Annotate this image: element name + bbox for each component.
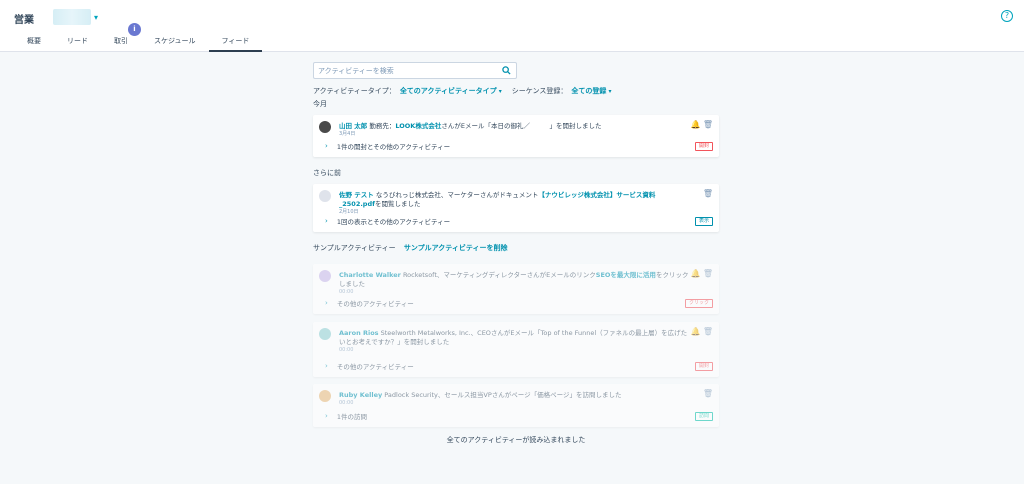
activity-type-dropdown[interactable]: 全てのアクティビティータイプ [400, 86, 502, 96]
tab-overview[interactable]: 概要 [14, 36, 54, 52]
activity-description: Ruby Kelley Padlock Security、セールス担当VPさんが… [339, 391, 691, 407]
activity-text: Steelworth Metalworks, Inc.、CEOさんがEメール「T… [339, 329, 688, 346]
filter-row: アクティビティータイプ： 全てのアクティビティータイプ シーケンス登録： 全ての… [313, 86, 719, 96]
trash-icon[interactable]: 🗑 [703, 189, 713, 198]
status-badge: 開封 [694, 362, 713, 371]
tab-feed[interactable]: フィード [208, 36, 263, 52]
activity-summary[interactable]: 1件の訪問 [337, 411, 367, 421]
section-earlier: さらに前 [313, 169, 341, 177]
chevron-right-icon[interactable]: › [325, 217, 328, 225]
avatar [319, 270, 331, 282]
section-this-month: 今月 [313, 100, 327, 108]
activity-text: さんがEメール「本日の御礼／ 」を開封しました [441, 122, 602, 130]
activity-date: 00:00 [339, 289, 354, 295]
trash-icon[interactable]: 🗑 [703, 269, 713, 278]
top-bar: 営業 ▾ ? 概要 リード 取引 スケジュール フィード i [0, 0, 1024, 52]
trash-icon[interactable]: 🗑 [703, 327, 713, 336]
activity-card: Ruby Kelley Padlock Security、セールス担当VPさんが… [313, 384, 719, 427]
delete-sample-link[interactable]: サンプルアクティビティーを削除 [404, 244, 508, 252]
contact-link[interactable]: Ruby Kelley [339, 391, 382, 399]
status-badge: クリック [684, 299, 713, 308]
contact-link[interactable]: Aaron Rios [339, 329, 379, 337]
tab-bar: 概要 リード 取引 スケジュール フィード [14, 36, 263, 52]
activity-description: Aaron Rios Steelworth Metalworks, Inc.、C… [339, 329, 691, 354]
avatar [319, 328, 331, 340]
section-sample: サンプルアクティビティー サンプルアクティビティーを削除 [313, 243, 507, 253]
trash-icon[interactable]: 🗑 [703, 389, 713, 398]
status-badge: 表示 [694, 217, 713, 226]
avatar [319, 190, 331, 202]
bell-icon[interactable]: 🔔 [691, 120, 701, 129]
avatar [319, 121, 331, 133]
activity-summary[interactable]: その他のアクティビティー [337, 298, 414, 308]
owner-select[interactable] [53, 9, 91, 25]
activity-text: を閲覧しました [374, 200, 421, 208]
status-badge: 開封 [694, 142, 713, 151]
help-icon[interactable]: ? [1001, 10, 1013, 22]
chevron-right-icon[interactable]: › [325, 299, 328, 307]
search-icon[interactable] [502, 66, 511, 75]
sequence-dropdown[interactable]: 全ての登録 [571, 86, 611, 96]
activity-feed: アクティビティータイプ： 全てのアクティビティータイプ シーケンス登録： 全ての… [313, 62, 719, 444]
contact-link[interactable]: 山田 太郎 [339, 122, 367, 130]
activity-type-label: アクティビティータイプ： [313, 87, 396, 95]
activity-card: 佐野 テスト なうびれっじ株式会社、マーケターさんがドキュメント【ナウビレッジ株… [313, 184, 719, 232]
end-of-feed-message: 全てのアクティビティーが読み込まれました [446, 436, 586, 444]
activity-date: 00:00 [339, 347, 354, 353]
tab-schedule[interactable]: スケジュール [141, 36, 209, 52]
status-badge: 訪問 [694, 412, 713, 421]
activity-summary[interactable]: その他のアクティビティー [337, 361, 414, 371]
bell-icon[interactable]: 🔔 [691, 327, 701, 336]
activity-card: Aaron Rios Steelworth Metalworks, Inc.、C… [313, 322, 719, 377]
search-box[interactable] [313, 62, 517, 79]
activity-summary[interactable]: 1件の開封とその他のアクティビティー [337, 141, 450, 151]
company-link[interactable]: LOOK株式会社 [395, 122, 441, 130]
contact-link[interactable]: 佐野 テスト [339, 191, 374, 199]
activity-card: 山田 太郎 勤務先：LOOK株式会社さんがEメール「本日の御礼／ 」を開封しまし… [313, 115, 719, 157]
sequence-label: シーケンス登録： [511, 87, 568, 95]
contact-link[interactable]: Charlotte Walker [339, 271, 401, 279]
chevron-right-icon[interactable]: › [325, 142, 328, 150]
info-badge[interactable]: i [128, 23, 141, 36]
chevron-down-icon[interactable]: ▾ [94, 13, 98, 22]
activity-text: Rocketsoft、マーケティングディレクターさんがEメールのリンク [400, 271, 596, 279]
sample-label: サンプルアクティビティー [313, 244, 396, 252]
activity-description: 山田 太郎 勤務先：LOOK株式会社さんがEメール「本日の御礼／ 」を開封しまし… [339, 122, 691, 138]
activity-date: 3月4日 [339, 131, 356, 137]
trash-icon[interactable]: 🗑 [703, 120, 713, 129]
bell-icon[interactable]: 🔔 [691, 269, 701, 278]
email-link[interactable]: SEOを最大限に活用 [596, 271, 656, 279]
tab-deals[interactable]: 取引 [101, 36, 141, 52]
activity-text: 勤務先： [367, 122, 396, 130]
avatar [319, 390, 331, 402]
tab-leads[interactable]: リード [54, 36, 101, 52]
activity-text: Padlock Security、セールス担当VPさんがページ「価格ページ」を訪… [382, 391, 622, 399]
chevron-right-icon[interactable]: › [325, 412, 328, 420]
activity-date: 2月10日 [339, 209, 359, 215]
activity-description: Charlotte Walker Rocketsoft、マーケティングディレクタ… [339, 271, 691, 296]
page-title: 営業 [14, 15, 34, 26]
activity-description: 佐野 テスト なうびれっじ株式会社、マーケターさんがドキュメント【ナウビレッジ株… [339, 191, 691, 216]
activity-summary[interactable]: 1回の表示とその他のアクティビティー [337, 216, 450, 226]
activity-card: Charlotte Walker Rocketsoft、マーケティングディレクタ… [313, 264, 719, 314]
chevron-right-icon[interactable]: › [325, 362, 328, 370]
activity-text: なうびれっじ株式会社、マーケターさんがドキュメント [373, 191, 539, 199]
activity-date: 00:00 [339, 400, 354, 406]
search-input[interactable] [314, 63, 494, 78]
